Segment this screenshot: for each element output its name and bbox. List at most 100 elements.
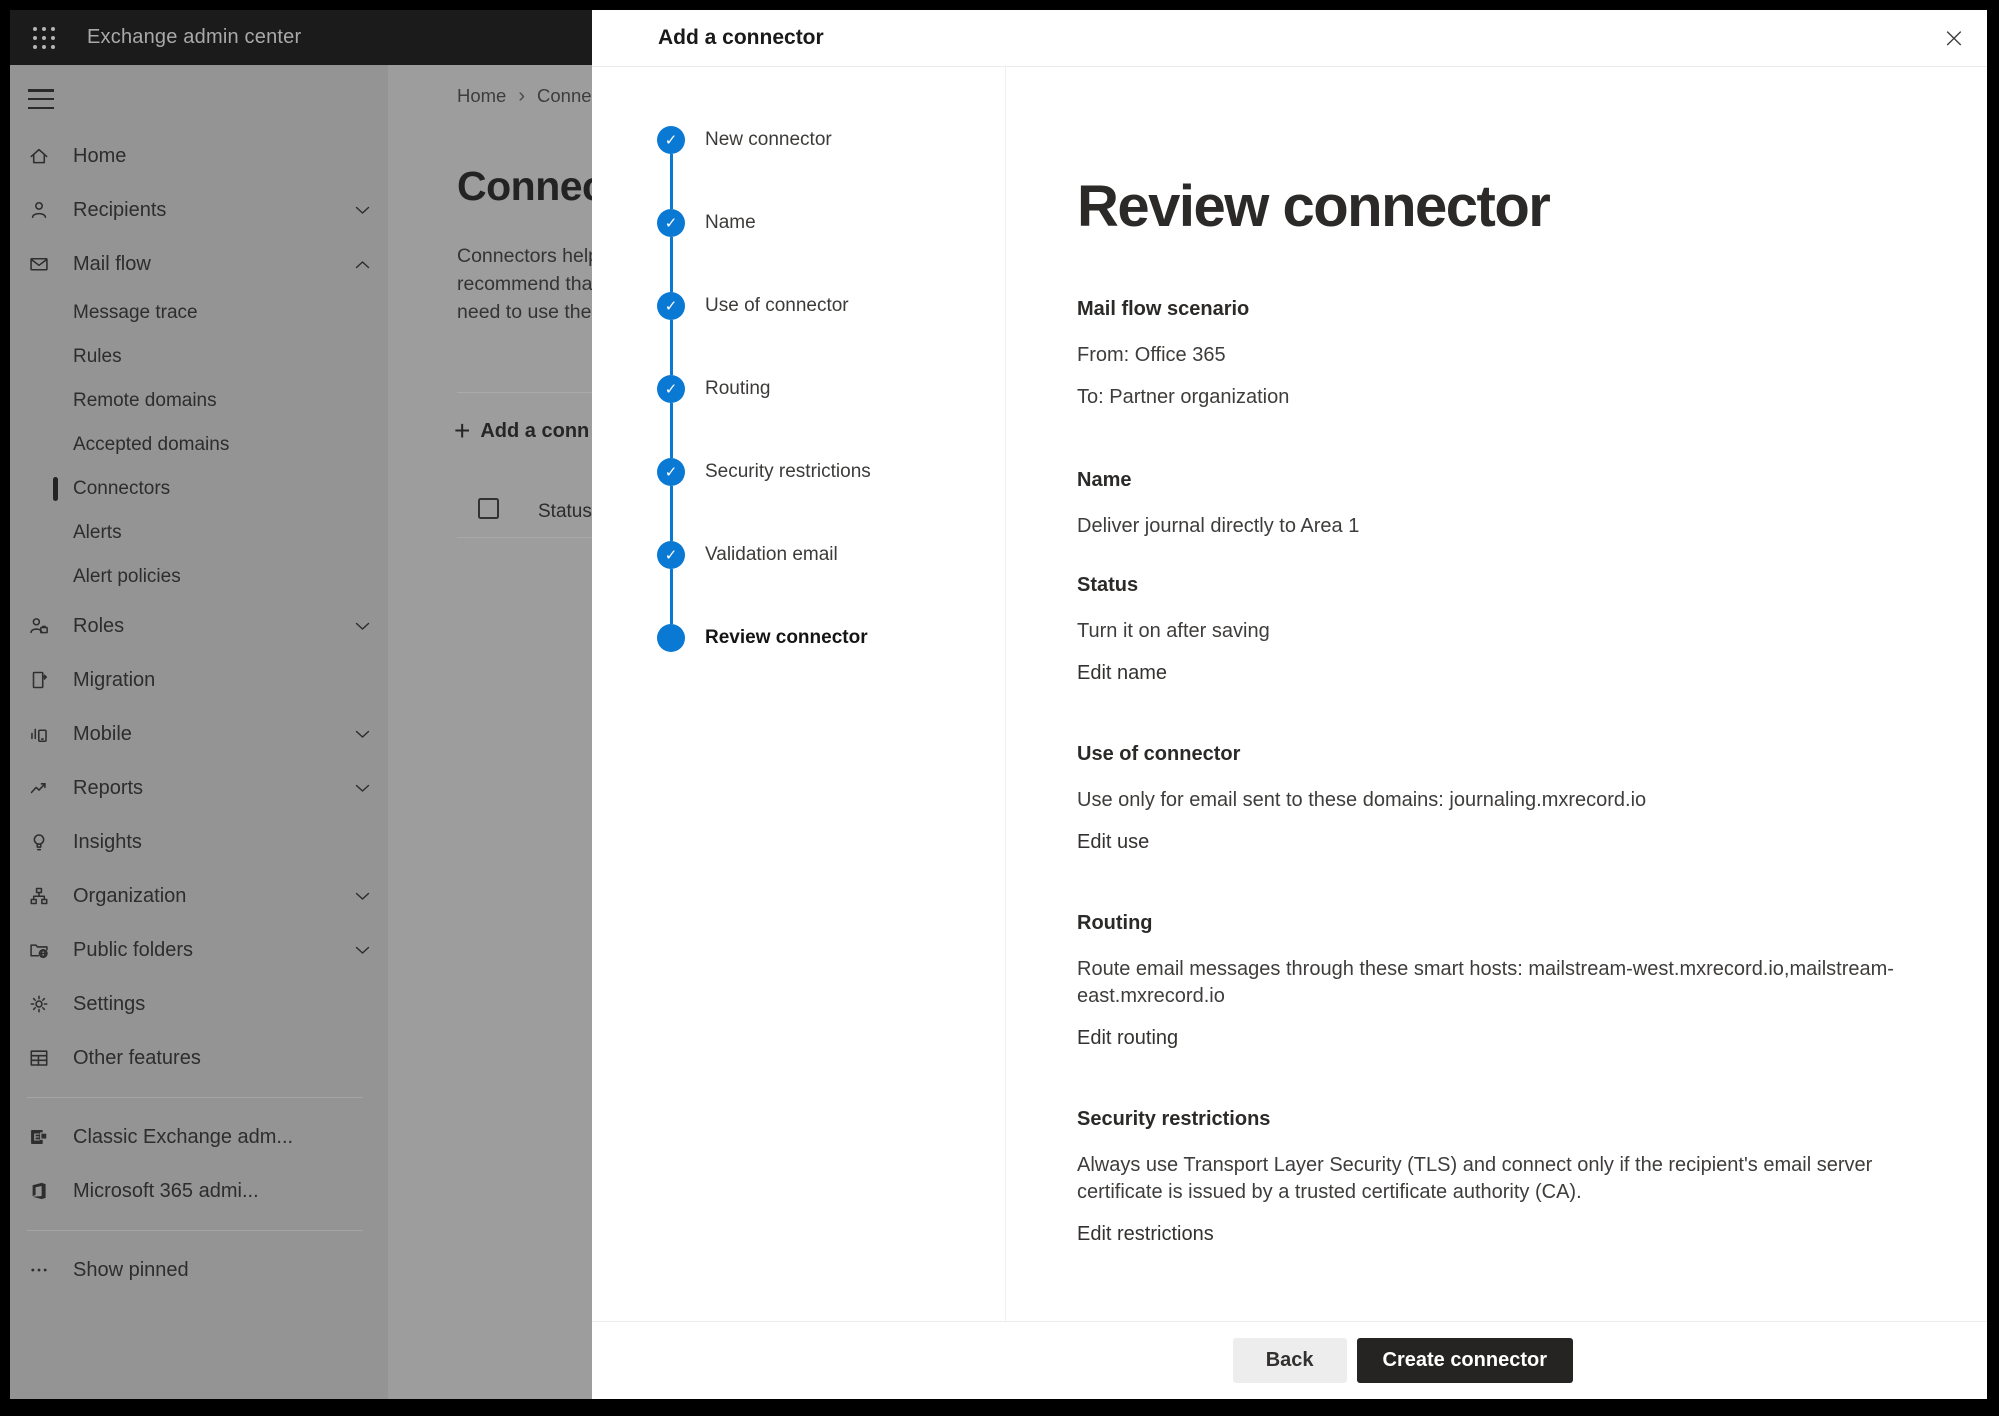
review-section-value: From: Office 365 <box>1077 342 1897 369</box>
sidebar-item-home[interactable]: Home <box>10 129 388 183</box>
insights-icon <box>28 831 50 853</box>
sidebar-item-label: Show pinned <box>73 1259 189 1282</box>
review-section-value: To: Partner organization <box>1077 384 1897 411</box>
edit-restrictions-link[interactable]: Edit restrictions <box>1077 1223 1214 1246</box>
status-column-header: Status <box>538 501 592 523</box>
review-sections: Mail flow scenarioFrom: Office 365To: Pa… <box>1077 298 1947 1246</box>
sidebar-item-roles[interactable]: Roles <box>10 599 388 653</box>
review-section-mail-flow-scenario: Mail flow scenarioFrom: Office 365To: Pa… <box>1077 298 1947 411</box>
review-section-header: Status <box>1077 574 1947 597</box>
step-connector-line <box>670 237 674 292</box>
dialog-footer: Back Create connector <box>592 1321 1987 1399</box>
step-name[interactable]: ✓Name <box>657 209 1005 292</box>
review-section-value: Deliver journal directly to Area 1 <box>1077 513 1897 540</box>
step-label: Use of connector <box>705 292 849 320</box>
sidebar-item-show-pinned[interactable]: Show pinned <box>10 1243 388 1297</box>
add-connector-button[interactable]: + Add a conn <box>454 411 589 451</box>
breadcrumb-home[interactable]: Home <box>457 85 506 107</box>
add-connector-dialog: Add a connector × ✓New connector✓Name✓Us… <box>592 10 1987 1399</box>
sidebar-item-label: Insights <box>73 831 142 854</box>
sidebar-item-classic-exchange-admin[interactable]: E Classic Exchange adm... <box>10 1110 388 1164</box>
sidebar-item-message-trace[interactable]: Message trace <box>10 291 388 335</box>
edit-use-link[interactable]: Edit use <box>1077 831 1149 854</box>
hamburger-icon[interactable] <box>28 87 58 111</box>
sidebar-item-other-features[interactable]: Other features <box>10 1031 388 1085</box>
dialog-header: Add a connector × <box>592 10 1987 67</box>
sidebar-item-connectors[interactable]: Connectors <box>10 467 388 511</box>
step-connector-line <box>670 486 674 541</box>
migration-icon <box>28 669 50 691</box>
sidebar-item-recipients[interactable]: Recipients <box>10 183 388 237</box>
edit-routing-link[interactable]: Edit routing <box>1077 1027 1178 1050</box>
sidebar-item-rules[interactable]: Rules <box>10 335 388 379</box>
sidebar-item-alert-policies[interactable]: Alert policies <box>10 555 388 599</box>
page-intro-line: need to use ther <box>457 298 599 326</box>
sidebar-item-organization[interactable]: Organization <box>10 869 388 923</box>
page-intro-line: Connectors help <box>457 242 599 270</box>
organization-icon <box>28 885 50 907</box>
sidebar-item-settings[interactable]: Settings <box>10 977 388 1031</box>
sidebar-item-mobile[interactable]: Mobile <box>10 707 388 761</box>
sidebar-nav: Home Recipients Mail flowMessage traceRule… <box>10 129 388 1297</box>
step-label: Security restrictions <box>705 458 871 486</box>
dialog-title: Add a connector <box>658 26 824 50</box>
sidebar-divider <box>27 1097 363 1098</box>
sidebar-item-label: Public folders <box>73 939 193 962</box>
app-title: Exchange admin center <box>87 26 301 49</box>
app-frame: Exchange admin center Home Recipients Mail… <box>10 10 1987 1399</box>
step-completed-check-icon: ✓ <box>657 209 685 237</box>
review-section-value: Always use Transport Layer Security (TLS… <box>1077 1152 1897 1206</box>
edit-name-link[interactable]: Edit name <box>1077 662 1167 685</box>
sidebar-divider <box>27 1230 363 1231</box>
reports-icon <box>28 777 50 799</box>
review-section-header: Use of connector <box>1077 743 1947 766</box>
chevron-down-icon <box>355 730 370 739</box>
sidebar-item-migration[interactable]: Migration <box>10 653 388 707</box>
close-icon[interactable]: × <box>1935 19 1973 57</box>
review-section-value: Route email messages through these smart… <box>1077 956 1897 1010</box>
step-review-connector[interactable]: Review connector <box>657 624 1005 707</box>
sidebar-item-microsoft-365-admin[interactable]: Microsoft 365 admi... <box>10 1164 388 1218</box>
sidebar-item-label: Classic Exchange adm... <box>73 1126 293 1149</box>
step-use-of-connector[interactable]: ✓ Use of connector <box>657 292 1005 375</box>
sidebar-item-mail-flow[interactable]: Mail flow <box>10 237 388 291</box>
page-intro-text: Connectors helprecommend thatneed to use… <box>457 242 599 326</box>
create-connector-button[interactable]: Create connector <box>1357 1338 1574 1383</box>
step-completed-check-icon: ✓ <box>657 292 685 320</box>
mobile-icon <box>28 723 50 745</box>
sidebar-item-label: Migration <box>73 669 155 692</box>
public-folders-icon <box>28 939 50 961</box>
sidebar-item-label: Accepted domains <box>73 434 229 456</box>
app-launcher-button[interactable] <box>24 18 64 58</box>
sidebar-item-insights[interactable]: Insights <box>10 815 388 869</box>
mail-icon <box>28 253 50 275</box>
breadcrumb: Home › Conne <box>457 85 592 107</box>
step-validation-email[interactable]: ✓Validation email <box>657 541 1005 624</box>
person-icon <box>28 199 50 221</box>
sidebar: Home Recipients Mail flowMessage traceRule… <box>10 65 388 1399</box>
breadcrumb-connectors[interactable]: Conne <box>537 85 592 107</box>
sidebar-item-label: Roles <box>73 615 124 638</box>
sidebar-item-remote-domains[interactable]: Remote domains <box>10 379 388 423</box>
step-connector-line <box>670 320 674 375</box>
back-button[interactable]: Back <box>1233 1338 1347 1383</box>
sidebar-item-label: Organization <box>73 885 186 908</box>
svg-text:E: E <box>34 1133 41 1144</box>
other-features-icon <box>28 1047 50 1069</box>
step-label: New connector <box>705 126 832 154</box>
page-intro-line: recommend that <box>457 270 599 298</box>
sidebar-item-label: Home <box>73 145 126 168</box>
sidebar-item-alerts[interactable]: Alerts <box>10 511 388 555</box>
chevron-down-icon <box>355 892 370 901</box>
sidebar-item-label: Recipients <box>73 199 166 222</box>
step-routing[interactable]: ✓Routing <box>657 375 1005 458</box>
review-section-value: Use only for email sent to these domains… <box>1077 787 1897 814</box>
step-security-restrictions[interactable]: ✓Security restrictions <box>657 458 1005 541</box>
step-completed-check-icon: ✓ <box>657 126 685 154</box>
select-all-checkbox[interactable] <box>478 498 499 519</box>
step-new-connector[interactable]: ✓ New connector <box>657 126 1005 209</box>
sidebar-item-accepted-domains[interactable]: Accepted domains <box>10 423 388 467</box>
sidebar-item-reports[interactable]: Reports <box>10 761 388 815</box>
review-section-security-restrictions: Security restrictionsAlways use Transpor… <box>1077 1108 1947 1246</box>
sidebar-item-public-folders[interactable]: Public folders <box>10 923 388 977</box>
